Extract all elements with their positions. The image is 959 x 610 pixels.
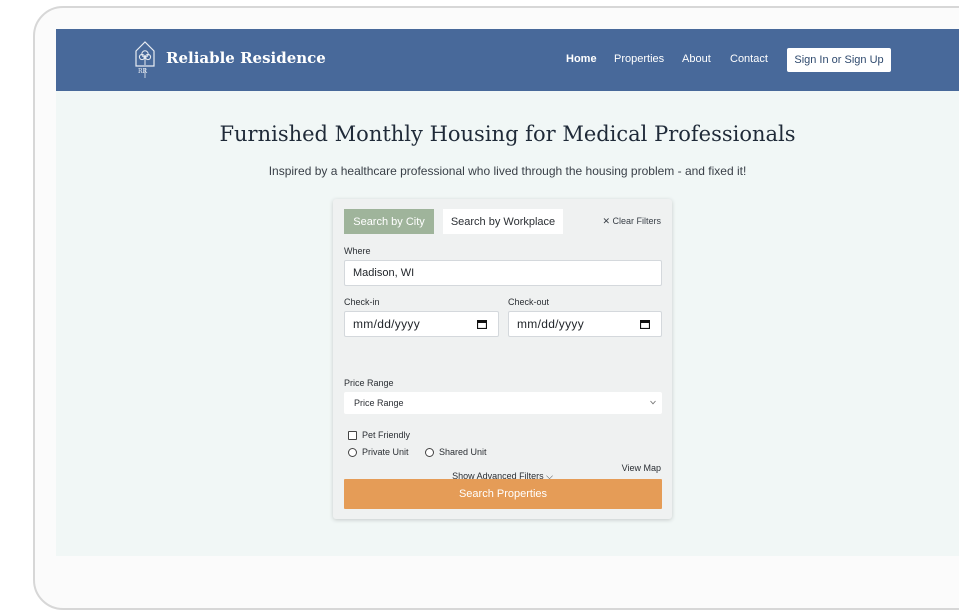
pet-friendly-option[interactable]: Pet Friendly: [348, 430, 410, 440]
view-map-link[interactable]: View Map: [622, 463, 661, 473]
page-title: Furnished Monthly Housing for Medical Pr…: [219, 122, 796, 146]
browser-viewport: RR Reliable Residence Home Properties Ab…: [56, 29, 959, 556]
logo-monogram: RR: [138, 68, 148, 75]
house-tree-icon[interactable]: RR: [134, 39, 156, 79]
checkout-label: Check-out: [508, 297, 550, 307]
nav-link-properties[interactable]: Properties: [614, 53, 664, 65]
checkin-date-input[interactable]: mm/dd/yyyy: [344, 311, 499, 337]
navbar: RR Reliable Residence Home Properties Ab…: [56, 29, 959, 91]
search-card: Search by City Search by Workplace ✕ Cle…: [333, 199, 672, 519]
calendar-icon[interactable]: [640, 320, 650, 329]
nav-link-about[interactable]: About: [682, 53, 711, 65]
price-range-label: Price Range: [344, 378, 394, 388]
signin-button[interactable]: Sign In or Sign Up: [787, 48, 891, 72]
shared-unit-radio[interactable]: [425, 447, 434, 457]
where-value: Madison, WI: [353, 267, 415, 279]
checkin-placeholder: mm/dd/yyyy: [353, 317, 421, 331]
price-range-select[interactable]: Price Range: [344, 392, 662, 414]
nav-link-contact[interactable]: Contact: [730, 53, 768, 65]
clear-filters-button[interactable]: ✕ Clear Filters: [602, 216, 661, 227]
pet-friendly-label: Pet Friendly: [362, 430, 411, 440]
checkin-label: Check-in: [344, 297, 380, 307]
nav-link-home[interactable]: Home: [566, 53, 597, 65]
private-unit-option[interactable]: Private Unit: [348, 447, 409, 457]
search-properties-button[interactable]: Search Properties: [344, 479, 662, 509]
private-unit-label: Private Unit: [362, 447, 409, 457]
where-input[interactable]: Madison, WI: [344, 260, 662, 286]
chevron-down-icon: [650, 400, 656, 405]
pet-friendly-checkbox[interactable]: [348, 430, 357, 440]
private-unit-radio[interactable]: [348, 447, 357, 457]
calendar-icon[interactable]: [477, 320, 487, 329]
checkout-placeholder: mm/dd/yyyy: [517, 317, 585, 331]
shared-unit-label: Shared Unit: [439, 447, 487, 457]
page-subtitle: Inspired by a healthcare professional wh…: [268, 164, 747, 178]
shared-unit-option[interactable]: Shared Unit: [425, 447, 487, 457]
price-range-value: Price Range: [354, 398, 404, 408]
where-label: Where: [344, 246, 371, 256]
brand-name[interactable]: Reliable Residence: [166, 49, 326, 67]
tab-search-by-city[interactable]: Search by City: [344, 209, 434, 234]
checkout-date-input[interactable]: mm/dd/yyyy: [508, 311, 662, 337]
tab-search-by-workplace[interactable]: Search by Workplace: [443, 209, 563, 234]
